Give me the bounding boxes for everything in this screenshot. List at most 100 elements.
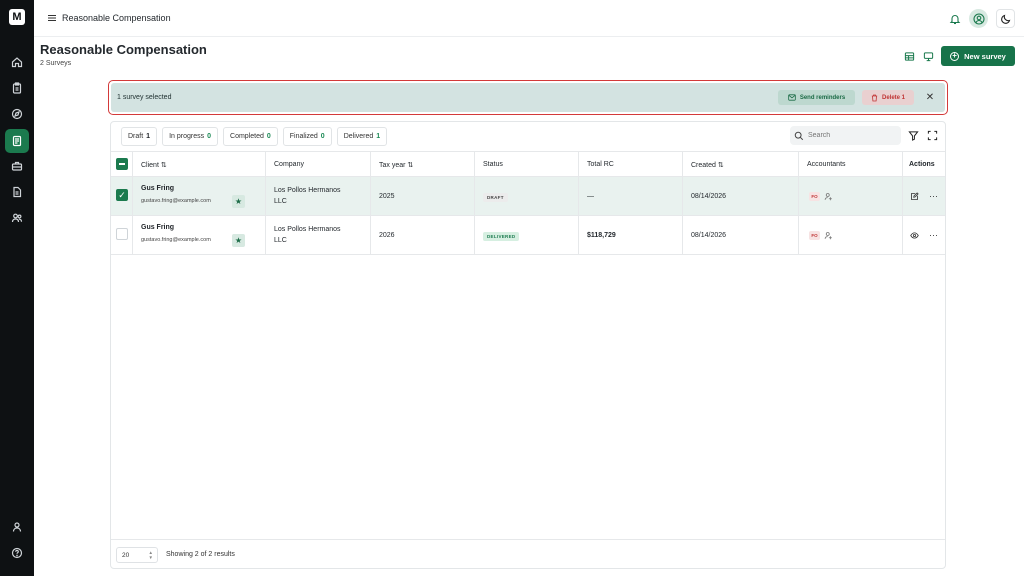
- help-icon[interactable]: [5, 541, 29, 565]
- company-cell: Los Pollos Hermanos LLC: [274, 224, 341, 246]
- add-accountant-icon[interactable]: [824, 231, 833, 240]
- survey-icon[interactable]: [5, 129, 29, 153]
- app-logo[interactable]: M: [9, 9, 25, 25]
- table-header: Client ⇅ Company Tax year ⇅ Status Total…: [111, 151, 945, 177]
- sidebar: M: [0, 0, 34, 576]
- view-icon[interactable]: [910, 231, 919, 240]
- clipboard-icon[interactable]: [5, 76, 29, 100]
- mail-icon: [788, 94, 796, 101]
- column-divider: [370, 151, 371, 255]
- column-label: Client: [141, 162, 159, 169]
- column-divider: [578, 151, 579, 255]
- accountant-badge[interactable]: FO: [809, 192, 820, 201]
- select-all-checkbox[interactable]: [116, 158, 128, 170]
- document-icon[interactable]: [5, 180, 29, 204]
- selection-bar: 1 survey selected Send reminders Delete …: [111, 83, 945, 112]
- filter-count: 0: [320, 133, 325, 140]
- column-label: Created: [691, 162, 716, 169]
- table-row[interactable]: Gus Fring gustavo.fring@example.com ★ Lo…: [111, 216, 945, 255]
- close-icon[interactable]: ✕: [924, 91, 936, 103]
- client-email: gustavo.fring@example.com: [141, 198, 211, 204]
- menu-icon[interactable]: [46, 12, 58, 24]
- delete-label: Delete 1: [881, 94, 905, 101]
- company-cell: Los Pollos Hermanos LLC: [274, 185, 341, 207]
- filter-label: Delivered: [343, 133, 374, 140]
- column-client[interactable]: Client ⇅: [141, 161, 167, 169]
- filter-completed[interactable]: Completed 0: [223, 127, 278, 146]
- search-box[interactable]: [790, 126, 901, 145]
- search-icon: [794, 131, 804, 140]
- page-size-value: 20: [122, 551, 130, 559]
- filter-in-progress[interactable]: In progress 0: [162, 127, 219, 146]
- page-size-select[interactable]: 20 ▲ ▼: [116, 547, 158, 563]
- edit-icon[interactable]: [910, 192, 919, 201]
- created-cell: 08/14/2026: [691, 193, 727, 200]
- status-badge: DELIVERED: [483, 232, 520, 241]
- sort-icon: ⇅: [407, 162, 414, 169]
- search-input[interactable]: [808, 132, 893, 139]
- new-survey-button[interactable]: + New survey: [941, 46, 1015, 66]
- column-divider: [682, 151, 683, 255]
- column-label: Tax year: [379, 162, 406, 169]
- add-accountant-icon[interactable]: [824, 192, 833, 201]
- bell-icon[interactable]: [945, 9, 964, 28]
- company-line: Los Pollos Hermanos: [274, 187, 341, 194]
- table-row[interactable]: ✓ Gus Fring gustavo.fring@example.com ★ …: [111, 177, 945, 216]
- more-icon[interactable]: ···: [929, 192, 939, 203]
- presentation-icon[interactable]: [923, 51, 934, 62]
- table-view-icon[interactable]: [904, 51, 915, 62]
- row-checkbox[interactable]: [116, 228, 128, 240]
- expand-icon[interactable]: [927, 130, 938, 141]
- column-total-rc: Total RC: [587, 161, 614, 168]
- column-divider: [798, 151, 799, 255]
- filter-count: 0: [207, 133, 212, 140]
- page-subtitle: 2 Surveys: [40, 60, 72, 67]
- status-badge: DRAFT: [483, 193, 508, 202]
- star-icon[interactable]: ★: [232, 234, 245, 247]
- sort-icon: ⇅: [160, 162, 167, 169]
- column-status: Status: [483, 161, 503, 168]
- column-divider: [474, 151, 475, 255]
- top-bar: Reasonable Compensation: [34, 0, 1024, 37]
- company-line: Los Pollos Hermanos: [274, 226, 341, 233]
- filter-icon[interactable]: [908, 130, 919, 141]
- send-reminders-button[interactable]: Send reminders: [778, 90, 855, 105]
- column-accountants: Accountants: [807, 161, 846, 168]
- tax-year-cell: 2025: [379, 193, 395, 200]
- users-icon[interactable]: [5, 206, 29, 230]
- column-tax-year[interactable]: Tax year ⇅: [379, 161, 413, 169]
- briefcase-icon[interactable]: [5, 154, 29, 178]
- filter-finalized[interactable]: Finalized 0: [282, 127, 332, 146]
- column-divider: [265, 151, 266, 255]
- dark-mode-icon[interactable]: [996, 9, 1015, 28]
- surveys-table-card: Draft 1 In progress 0 Completed 0 Finalized…: [110, 121, 946, 569]
- filter-label: Finalized: [289, 133, 318, 140]
- more-icon[interactable]: ···: [929, 231, 939, 242]
- app-title: Reasonable Compensation: [62, 13, 171, 23]
- row-checkbox[interactable]: ✓: [116, 189, 128, 201]
- client-name: Gus Fring: [141, 185, 175, 192]
- company-line: LLC: [274, 237, 287, 244]
- delete-button[interactable]: Delete 1: [862, 90, 914, 105]
- filter-draft[interactable]: Draft 1: [121, 127, 158, 146]
- sort-icon: ⇅: [717, 162, 724, 169]
- accountant-badge[interactable]: FO: [809, 231, 820, 240]
- filter-delivered[interactable]: Delivered 1: [336, 127, 388, 146]
- client-name: Gus Fring: [141, 224, 175, 231]
- page-title: Reasonable Compensation: [40, 42, 207, 57]
- results-summary: Showing 2 of 2 results: [166, 551, 235, 558]
- chevron-updown-icon: ▲ ▼: [148, 550, 153, 560]
- filter-label: In progress: [169, 133, 205, 140]
- column-created[interactable]: Created ⇅: [691, 161, 724, 169]
- table-footer: 20 ▲ ▼ Showing 2 of 2 results: [111, 539, 945, 569]
- user-icon[interactable]: [5, 515, 29, 539]
- new-survey-label: New survey: [964, 51, 1006, 61]
- compass-icon[interactable]: [5, 102, 29, 126]
- account-icon[interactable]: [969, 9, 988, 28]
- filter-label: Completed: [230, 133, 264, 140]
- home-icon[interactable]: [5, 50, 29, 74]
- total-rc-cell: —: [587, 193, 594, 200]
- star-icon[interactable]: ★: [232, 195, 245, 208]
- filter-count: 0: [266, 133, 271, 140]
- trash-icon: [871, 94, 878, 101]
